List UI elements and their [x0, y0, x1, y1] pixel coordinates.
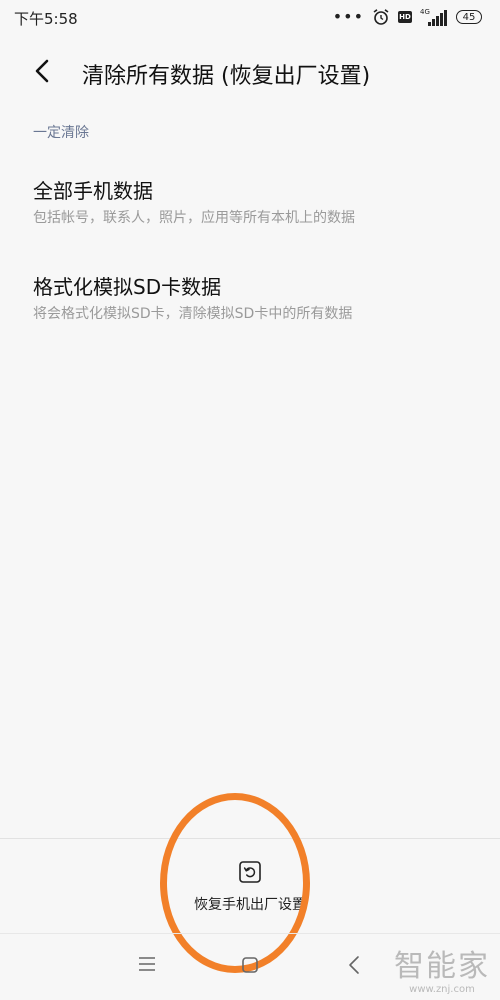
nav-back-icon[interactable]: [347, 954, 361, 976]
option-description: 包括帐号，联系人，照片，应用等所有本机上的数据: [33, 210, 355, 226]
option-title: 格式化模拟SD卡数据: [33, 275, 222, 299]
option-description: 将会格式化模拟SD卡，清除模拟SD卡中的所有数据: [33, 306, 353, 322]
nav-divider: [0, 933, 500, 934]
status-icons: ••• HD 4G 45: [333, 7, 482, 27]
battery-icon: 45: [456, 10, 482, 24]
alarm-clock-icon: [373, 9, 389, 25]
chevron-left-icon: [35, 59, 49, 83]
watermark: 智能家 www.znj.com: [394, 950, 490, 996]
more-notifications-icon: •••: [332, 7, 364, 26]
status-time: 下午5:58: [14, 10, 78, 28]
hd-voice-icon: HD: [398, 11, 412, 23]
watermark-logo: 智能家: [394, 949, 490, 984]
signal-strength-icon: 4G: [420, 8, 447, 26]
status-bar: 下午5:58 ••• HD 4G 45: [0, 0, 500, 34]
header: 清除所有数据 (恢复出厂设置): [0, 50, 500, 94]
page-title: 清除所有数据 (恢复出厂设置): [82, 64, 371, 89]
option-title: 全部手机数据: [33, 179, 153, 203]
section-header: 一定清除: [33, 125, 89, 141]
option-format-sd-data[interactable]: 格式化模拟SD卡数据 将会格式化模拟SD卡，清除模拟SD卡中的所有数据: [33, 274, 473, 324]
network-type-label: 4G: [420, 8, 430, 16]
back-button[interactable]: [28, 56, 58, 86]
home-icon[interactable]: [241, 956, 259, 974]
watermark-url: www.znj.com: [409, 984, 475, 995]
option-all-phone-data[interactable]: 全部手机数据 包括帐号，联系人，照片，应用等所有本机上的数据: [33, 178, 473, 228]
menu-icon[interactable]: [138, 956, 156, 972]
